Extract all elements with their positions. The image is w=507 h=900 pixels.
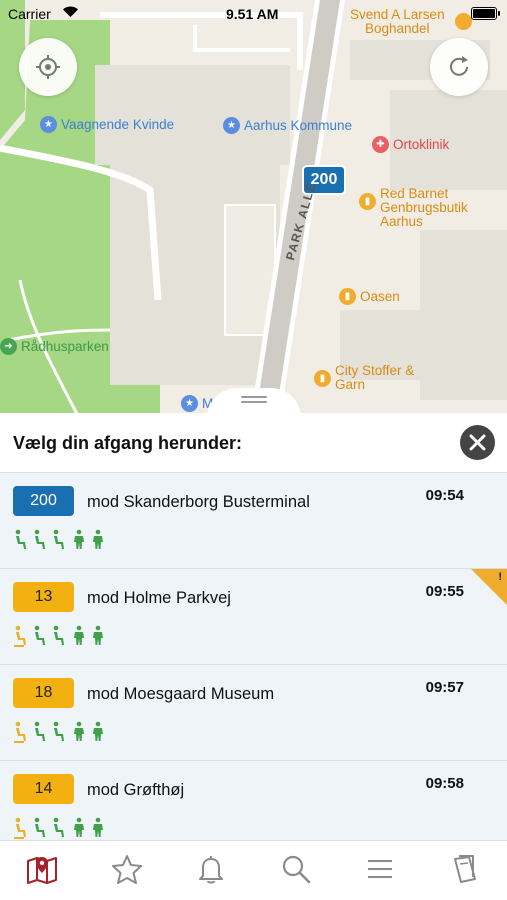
drag-handle-icon[interactable]: [241, 396, 267, 404]
departures-list[interactable]: 200 mod Skanderborg Busterminal 09:54 13…: [0, 473, 507, 840]
poi-label: Aarhus Kommune: [244, 118, 353, 133]
medical-icon: ✚: [372, 136, 389, 153]
line-badge: 200: [13, 486, 74, 516]
seated-passenger-icon: [14, 721, 26, 743]
close-icon: [469, 434, 486, 451]
occupancy-indicator: [13, 817, 108, 839]
bag-icon: ▮: [314, 370, 331, 387]
park-icon: ➜: [0, 338, 17, 355]
tab-notifications[interactable]: [169, 841, 254, 900]
sheet-header: Vælg din afgang herunder:: [0, 413, 507, 473]
search-icon: [282, 855, 310, 884]
departure-time: 09:55: [425, 583, 464, 600]
standing-passenger-icon: [93, 529, 103, 549]
poi-raadhusparken[interactable]: ➜ Rådhusparken: [0, 338, 109, 355]
poi-label: Oasen: [360, 289, 400, 304]
poi-label: Red Barnet Genbrugsbutik Aarhus: [380, 186, 468, 229]
seated-passenger-icon: [53, 817, 64, 837]
departure-row[interactable]: 14 mod Grøfthøj 09:58: [0, 761, 507, 840]
seated-passenger-icon: [53, 529, 64, 549]
tab-tickets[interactable]: [423, 841, 507, 900]
tab-search[interactable]: [254, 841, 339, 900]
standing-passenger-icon: [93, 721, 103, 741]
occupancy-indicator: [13, 625, 108, 647]
status-bar: Carrier 9.51 AM: [0, 0, 507, 28]
sheet-title: Vælg din afgang herunder:: [13, 433, 243, 453]
refresh-button[interactable]: [430, 38, 488, 96]
departure-row[interactable]: 200 mod Skanderborg Busterminal 09:54: [0, 473, 507, 569]
seated-passenger-icon: [15, 529, 26, 549]
departure-time: 09:57: [425, 679, 464, 696]
tab-map[interactable]: [0, 841, 85, 900]
poi-oasen[interactable]: ▮ Oasen: [339, 288, 400, 305]
poi-red-barnet[interactable]: ▮ Red Barnet Genbrugsbutik Aarhus: [359, 187, 468, 229]
seated-passenger-icon: [53, 721, 64, 741]
star-poi-icon: ★: [181, 395, 198, 412]
destination-label: mod Skanderborg Busterminal: [87, 493, 310, 511]
seated-passenger-icon: [14, 625, 26, 647]
departure-time: 09:58: [425, 775, 464, 792]
bag-icon: ▮: [359, 193, 376, 210]
crosshair-icon: [36, 55, 60, 79]
warning-mark-icon: !: [498, 571, 502, 583]
battery-icon: [471, 7, 500, 20]
map-pin-icon: [27, 857, 58, 884]
menu-icon: [368, 860, 393, 878]
wifi-icon: [63, 6, 78, 17]
occupancy-indicator: [13, 721, 108, 743]
poi-city-stoffer[interactable]: ▮ City Stoffer & Garn: [314, 364, 414, 392]
seated-passenger-icon: [34, 817, 45, 837]
standing-passenger-icon: [93, 625, 103, 645]
departure-row[interactable]: 18 mod Moesgaard Museum 09:57: [0, 665, 507, 761]
tickets-icon: [453, 855, 476, 883]
destination-label: mod Grøfthøj: [87, 781, 185, 799]
destination-label: mod Holme Parkvej: [87, 589, 231, 607]
departure-time: 09:54: [425, 487, 464, 504]
poi-aarhus-kommune[interactable]: ★ Aarhus Kommune: [223, 117, 352, 134]
departure-row[interactable]: 13 mod Holme Parkvej 09:55 !: [0, 569, 507, 665]
standing-passenger-icon: [74, 817, 84, 837]
clock: 9.51 AM: [226, 6, 279, 22]
poi-label: Ortoklinik: [393, 137, 450, 152]
seated-passenger-icon: [34, 625, 45, 645]
poi-label: City Stoffer & Garn: [335, 363, 415, 392]
map-view[interactable]: Svend A Larsen Boghandel ★ Vaagnende Kvi…: [0, 0, 507, 420]
poi-vaagnende-kvinde[interactable]: ★ Vaagnende Kvinde: [40, 116, 174, 133]
standing-passenger-icon: [93, 817, 103, 837]
destination-label: mod Moesgaard Museum: [87, 685, 275, 703]
line-badge: 13: [13, 582, 74, 612]
locate-button[interactable]: [19, 38, 77, 96]
bag-icon: ▮: [339, 288, 356, 305]
tab-menu[interactable]: [338, 841, 423, 900]
star-poi-icon: ★: [223, 117, 240, 134]
seated-passenger-icon: [34, 721, 45, 741]
star-poi-icon: ★: [40, 116, 57, 133]
line-badge: 18: [13, 678, 74, 708]
standing-passenger-icon: [74, 625, 84, 645]
seated-passenger-icon: [34, 529, 45, 549]
close-button[interactable]: [460, 425, 495, 460]
tab-favorites[interactable]: [85, 841, 170, 900]
standing-passenger-icon: [74, 721, 84, 741]
line-badge: 14: [13, 774, 74, 804]
poi-ortoklinik[interactable]: ✚ Ortoklinik: [372, 136, 449, 153]
departures-sheet: Vælg din afgang herunder: 200 mod Skande…: [0, 413, 507, 840]
poi-label: Rådhusparken: [21, 339, 109, 354]
star-icon: [111, 855, 142, 884]
occupancy-indicator: [13, 529, 108, 551]
standing-passenger-icon: [74, 529, 84, 549]
seated-passenger-icon: [14, 817, 26, 839]
seated-passenger-icon: [53, 625, 64, 645]
poi-label: Vaagnende Kvinde: [61, 117, 175, 132]
tab-bar: [0, 840, 507, 900]
carrier-label: Carrier: [8, 6, 51, 22]
refresh-icon: [450, 56, 468, 76]
bell-icon: [199, 856, 224, 884]
